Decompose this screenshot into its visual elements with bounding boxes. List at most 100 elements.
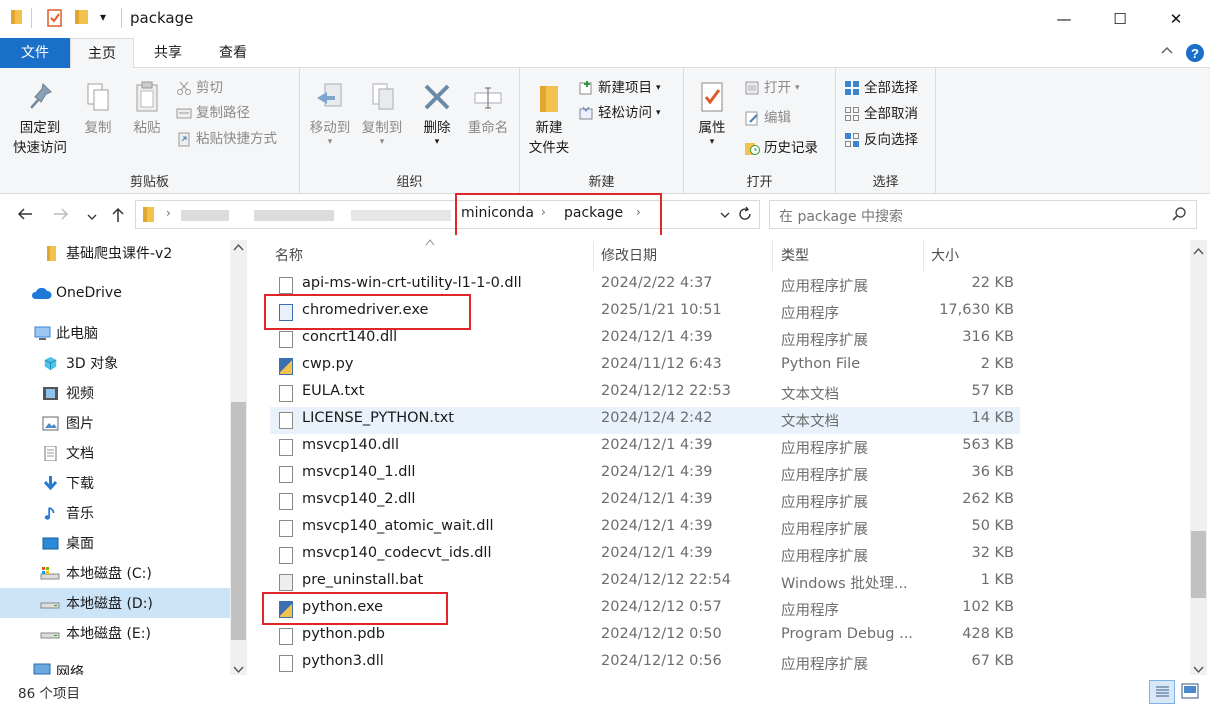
svg-text:?: ? <box>1191 46 1199 61</box>
copy-path-button[interactable]: 复制路径 <box>176 101 250 125</box>
table-row[interactable]: msvcp140_atomic_wait.dll 2024/12/1 4:39 … <box>270 515 1020 542</box>
table-row[interactable]: msvcp140_2.dll 2024/12/1 4:39 应用程序扩展 262… <box>270 488 1020 515</box>
file-size: 14 KB <box>971 410 1014 426</box>
forward-arrow-icon[interactable] <box>52 206 70 226</box>
file-list-scrollbar[interactable] <box>1190 240 1207 675</box>
copy-to-button[interactable]: 复制到 ▾ <box>356 80 408 147</box>
file-size: 57 KB <box>971 383 1014 399</box>
history-button[interactable]: 历史记录 <box>744 136 818 160</box>
select-none-button[interactable]: 全部取消 <box>844 102 918 126</box>
move-to-button[interactable]: 移动到 ▾ <box>304 80 356 147</box>
nav-item-network[interactable]: 网络 <box>0 658 230 675</box>
nav-scrollbar-thumb[interactable] <box>231 402 246 640</box>
nav-item-label: 本地磁盘 (D:) <box>66 596 153 612</box>
table-row[interactable]: msvcp140.dll 2024/12/1 4:39 应用程序扩展 563 K… <box>270 434 1020 461</box>
table-row[interactable]: EULA.txt 2024/12/12 22:53 文本文档 57 KB <box>270 380 1020 407</box>
properties-quick-icon[interactable] <box>46 8 64 32</box>
nav-item-drive-e[interactable]: 本地磁盘 (E:) <box>0 618 230 648</box>
paste-button[interactable]: 粘贴 <box>126 80 168 138</box>
address-history-chevron-icon[interactable] <box>719 209 731 225</box>
back-arrow-icon[interactable] <box>16 206 34 226</box>
up-arrow-icon[interactable] <box>110 206 126 228</box>
nav-item-3d-objects[interactable]: 3D 对象 <box>0 348 230 378</box>
breadcrumb-chevron-icon[interactable]: › <box>166 206 171 220</box>
folder-icon <box>10 8 24 30</box>
nav-item-videos[interactable]: 视频 <box>0 378 230 408</box>
open-button[interactable]: 打开 ▾ <box>744 76 800 100</box>
table-row-selected[interactable]: LICENSE_PYTHON.txt 2024/12/4 2:42 文本文档 1… <box>270 407 1020 434</box>
tab-share[interactable]: 共享 <box>140 38 196 68</box>
table-row[interactable]: python3.dll 2024/12/12 0:56 应用程序扩展 67 KB <box>270 650 1020 677</box>
scroll-up-icon[interactable] <box>1193 243 1204 259</box>
nav-item-this-pc[interactable]: 此电脑 <box>0 318 230 348</box>
dll-file-icon <box>279 439 293 456</box>
file-date: 2024/12/1 4:39 <box>601 491 713 507</box>
copy-button[interactable]: 复制 <box>78 80 118 138</box>
rename-button[interactable]: 重命名 <box>462 80 514 138</box>
nav-item-desktop[interactable]: 桌面 <box>0 528 230 558</box>
nav-item-drive-c[interactable]: 本地磁盘 (C:) <box>0 558 230 588</box>
dll-file-icon <box>279 520 293 537</box>
column-header-date[interactable]: 修改日期 <box>601 245 657 267</box>
pin-icon <box>30 82 52 109</box>
search-input[interactable]: 在 package 中搜索 <box>779 206 903 226</box>
large-icons-view-button[interactable] <box>1181 683 1199 703</box>
column-divider[interactable] <box>772 241 773 271</box>
invert-selection-button[interactable]: 反向选择 <box>844 128 918 152</box>
search-box[interactable]: 在 package 中搜索 <box>769 200 1197 229</box>
minimize-button[interactable]: — <box>1041 4 1087 34</box>
pictures-icon <box>42 416 59 430</box>
cut-button[interactable]: 剪切 <box>176 76 223 100</box>
refresh-icon[interactable] <box>737 206 753 226</box>
file-size: 22 KB <box>971 275 1014 291</box>
table-row[interactable]: cwp.py 2024/11/12 6:43 Python File 2 KB <box>270 353 1020 380</box>
nav-item-pictures[interactable]: 图片 <box>0 408 230 438</box>
new-folder-button[interactable]: 新建 文件夹 <box>524 80 574 158</box>
python-file-icon <box>279 358 293 375</box>
column-divider[interactable] <box>593 241 594 271</box>
column-divider[interactable] <box>923 241 924 271</box>
paste-shortcut-button[interactable]: 粘贴快捷方式 <box>176 127 277 151</box>
tab-view[interactable]: 查看 <box>204 38 262 68</box>
copy-path-icon <box>176 105 192 121</box>
select-all-button[interactable]: 全部选择 <box>844 76 918 100</box>
nav-item-downloads[interactable]: 下载 <box>0 468 230 498</box>
table-row[interactable]: msvcp140_1.dll 2024/12/1 4:39 应用程序扩展 36 … <box>270 461 1020 488</box>
address-bar[interactable]: › miniconda › package › <box>135 200 760 229</box>
properties-button[interactable]: 属性 ▾ <box>690 80 734 147</box>
nav-item-onedrive[interactable]: OneDrive <box>0 278 230 308</box>
file-name: api-ms-win-crt-utility-l1-1-0.dll <box>302 275 522 291</box>
delete-button[interactable]: 删除 ▾ <box>416 80 458 147</box>
column-header-name[interactable]: 名称 <box>275 245 303 267</box>
column-header-type[interactable]: 类型 <box>781 245 809 267</box>
pin-to-quick-access-button[interactable]: 固定到 快速访问 <box>6 80 74 158</box>
file-size: 17,630 KB <box>939 302 1014 318</box>
file-list-scrollbar-thumb[interactable] <box>1191 531 1206 598</box>
search-icon[interactable] <box>1171 206 1187 226</box>
table-row[interactable]: python.pdb 2024/12/12 0:50 Program Debug… <box>270 623 1020 650</box>
maximize-button[interactable]: ☐ <box>1097 4 1143 34</box>
tab-home[interactable]: 主页 <box>70 38 134 69</box>
close-button[interactable]: ✕ <box>1153 4 1199 34</box>
table-row[interactable]: msvcp140_codecvt_ids.dll 2024/12/1 4:39 … <box>270 542 1020 569</box>
nav-item-folder[interactable]: 基础爬虫课件-v2 <box>0 238 230 268</box>
scroll-up-icon[interactable] <box>233 243 244 254</box>
edit-button[interactable]: 编辑 <box>744 106 791 130</box>
help-icon[interactable]: ? <box>1185 43 1205 67</box>
easy-access-button[interactable]: 轻松访问 ▾ <box>578 101 661 125</box>
nav-item-documents[interactable]: 文档 <box>0 438 230 468</box>
details-view-button[interactable] <box>1149 680 1175 704</box>
nav-item-drive-d[interactable]: 本地磁盘 (D:) <box>0 588 230 618</box>
tab-file[interactable]: 文件 <box>0 38 70 68</box>
column-header-size[interactable]: 大小 <box>931 245 959 267</box>
file-name: msvcp140_1.dll <box>302 464 416 480</box>
collapse-ribbon-icon[interactable] <box>1160 44 1174 62</box>
nav-item-music[interactable]: 音乐 <box>0 498 230 528</box>
table-row[interactable]: concrt140.dll 2024/12/1 4:39 应用程序扩展 316 … <box>270 326 1020 353</box>
file-name: LICENSE_PYTHON.txt <box>302 410 454 426</box>
new-group-label: 新建 <box>588 175 615 190</box>
customize-quick-access-dropdown[interactable]: ▾ <box>100 10 106 24</box>
new-item-button[interactable]: 新建项目 ▾ <box>578 76 661 100</box>
recent-locations-chevron-icon[interactable] <box>86 208 98 227</box>
new-folder-quick-icon[interactable] <box>74 8 90 30</box>
